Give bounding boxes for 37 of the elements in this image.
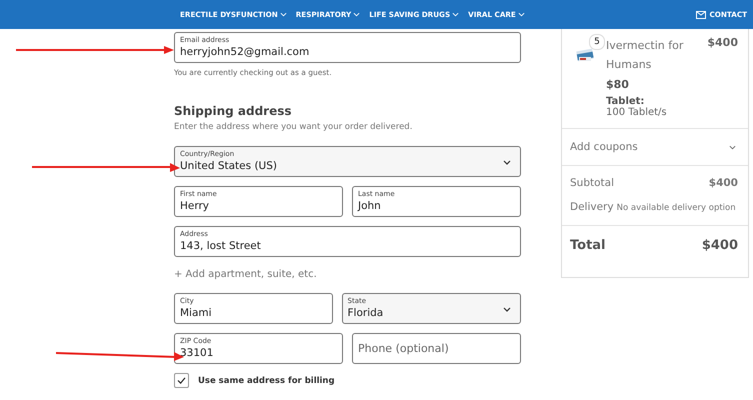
field-value: Florida xyxy=(348,306,384,320)
field-value: United States (US) xyxy=(180,159,277,173)
mail-icon xyxy=(696,10,706,18)
caret-icon xyxy=(353,12,360,17)
field-value: 143, lost Street xyxy=(180,239,262,253)
attribute-value: 100 Tablet/s xyxy=(606,107,668,118)
product-price: $80 xyxy=(606,78,630,91)
attribute-label: Tablet: xyxy=(606,96,646,107)
section-heading: Shipping address xyxy=(174,104,293,118)
total-value: $400 xyxy=(702,238,738,253)
field-value: 33101 xyxy=(180,346,214,360)
field-value: Miami xyxy=(180,306,213,320)
delivery-label: Delivery xyxy=(570,201,614,213)
input-field[interactable]: Phone (optional) xyxy=(352,333,521,364)
subtotal-value: $400 xyxy=(708,177,738,189)
product-name: Ivermectin for Humans xyxy=(606,38,684,73)
total-label: Total xyxy=(570,238,606,253)
quantity-badge: 5 xyxy=(589,34,605,50)
field-value: John xyxy=(358,199,382,213)
caret-icon xyxy=(452,12,460,17)
chevron-down-icon xyxy=(503,160,511,165)
coupons-toggle[interactable]: Add coupons xyxy=(562,129,748,166)
chevron-down-icon xyxy=(729,144,736,150)
caret-icon xyxy=(518,12,525,17)
line-total: $400 xyxy=(707,36,738,51)
placeholder: Phone (optional) xyxy=(358,342,450,355)
add-apartment-link[interactable]: + Add apartment, suite, etc. xyxy=(174,269,317,280)
subtotal-label: Subtotal xyxy=(570,177,614,189)
checkmark-icon xyxy=(177,377,186,384)
field-value: herryjohn52@gmail.com xyxy=(180,45,310,59)
checkbox-label: Use same address for billing xyxy=(198,376,335,386)
chevron-down-icon xyxy=(503,307,511,312)
checkbox[interactable] xyxy=(174,373,189,388)
field-value: Herry xyxy=(180,199,210,213)
caret-icon xyxy=(280,12,287,17)
section-description: Enter the address where you want your order delivered. xyxy=(174,122,414,132)
delivery-value: No available delivery option xyxy=(616,203,736,213)
